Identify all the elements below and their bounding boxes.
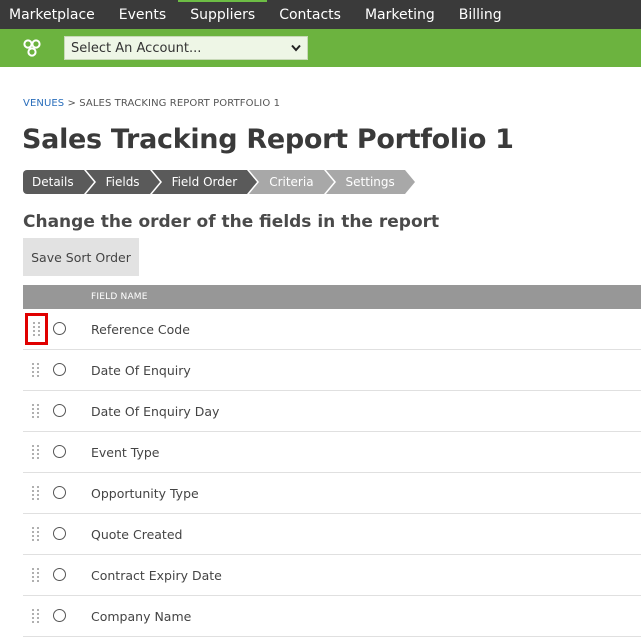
brand-logo-icon[interactable] xyxy=(22,38,42,58)
section-heading: Change the order of the fields in the re… xyxy=(23,212,440,232)
row-radio-button[interactable] xyxy=(53,445,66,458)
nav-marketplace[interactable]: Marketplace xyxy=(0,0,107,29)
drag-handle-icon[interactable] xyxy=(27,561,45,589)
field-name: Quote Created xyxy=(91,526,183,542)
row-radio-button[interactable] xyxy=(53,527,66,540)
field-order-table: FIELD NAME Reference Code Date Of Enquiry… xyxy=(23,285,641,637)
drag-handle-icon[interactable] xyxy=(25,313,48,345)
step-field-order[interactable]: Field Order xyxy=(151,170,259,194)
table-row: Contract Expiry Date xyxy=(23,555,641,596)
wizard-steps: Details Fields Field Order Criteria Sett… xyxy=(23,170,418,194)
row-radio-button[interactable] xyxy=(53,322,66,335)
step-settings[interactable]: Settings xyxy=(325,170,418,194)
breadcrumb: VENUES > SALES TRACKING REPORT PORTFOLIO… xyxy=(23,98,280,109)
field-name: Contract Expiry Date xyxy=(91,567,222,583)
field-name: Date Of Enquiry xyxy=(91,362,191,378)
page-title: Sales Tracking Report Portfolio 1 xyxy=(22,124,514,155)
table-header: FIELD NAME xyxy=(23,285,641,309)
drag-handle-icon[interactable] xyxy=(27,520,45,548)
drag-handle-icon[interactable] xyxy=(27,356,45,384)
drag-handle-icon[interactable] xyxy=(27,479,45,507)
top-navigation: Marketplace Events Suppliers Contacts Ma… xyxy=(0,0,641,29)
step-details[interactable]: Details xyxy=(23,170,96,194)
table-row: Company Name xyxy=(23,596,641,637)
nav-billing[interactable]: Billing xyxy=(447,0,514,29)
nav-events[interactable]: Events xyxy=(107,0,178,29)
table-row: Date Of Enquiry xyxy=(23,350,641,391)
field-name: Company Name xyxy=(91,608,192,624)
field-name: Opportunity Type xyxy=(91,485,199,501)
table-row: Opportunity Type xyxy=(23,473,641,514)
row-radio-button[interactable] xyxy=(53,404,66,417)
row-radio-button[interactable] xyxy=(53,363,66,376)
table-row: Quote Created xyxy=(23,514,641,555)
field-name: Date Of Enquiry Day xyxy=(91,403,220,419)
table-row: Reference Code xyxy=(23,309,641,350)
row-radio-button[interactable] xyxy=(53,609,66,622)
breadcrumb-current: SALES TRACKING REPORT PORTFOLIO 1 xyxy=(79,98,281,109)
chevron-down-icon xyxy=(291,44,301,52)
breadcrumb-separator: > xyxy=(67,98,76,109)
breadcrumb-venues-link[interactable]: VENUES xyxy=(23,98,64,109)
save-sort-order-button[interactable]: Save Sort Order xyxy=(23,238,139,276)
nav-marketing[interactable]: Marketing xyxy=(353,0,447,29)
row-radio-button[interactable] xyxy=(53,486,66,499)
field-name: Reference Code xyxy=(91,321,190,337)
nav-suppliers[interactable]: Suppliers xyxy=(178,0,268,29)
nav-contacts[interactable]: Contacts xyxy=(267,0,353,29)
drag-handle-icon[interactable] xyxy=(27,397,45,425)
account-select-value: Select An Account... xyxy=(71,40,202,56)
column-header-field-name: FIELD NAME xyxy=(91,292,148,302)
drag-handle-icon[interactable] xyxy=(27,438,45,466)
table-row: Event Type xyxy=(23,432,641,473)
drag-handle-icon[interactable] xyxy=(27,602,45,630)
row-radio-button[interactable] xyxy=(53,568,66,581)
table-row: Date Of Enquiry Day xyxy=(23,391,641,432)
step-criteria[interactable]: Criteria xyxy=(249,170,336,194)
field-name: Event Type xyxy=(91,444,160,460)
account-bar: Select An Account... xyxy=(0,29,641,67)
account-select[interactable]: Select An Account... xyxy=(64,36,308,60)
